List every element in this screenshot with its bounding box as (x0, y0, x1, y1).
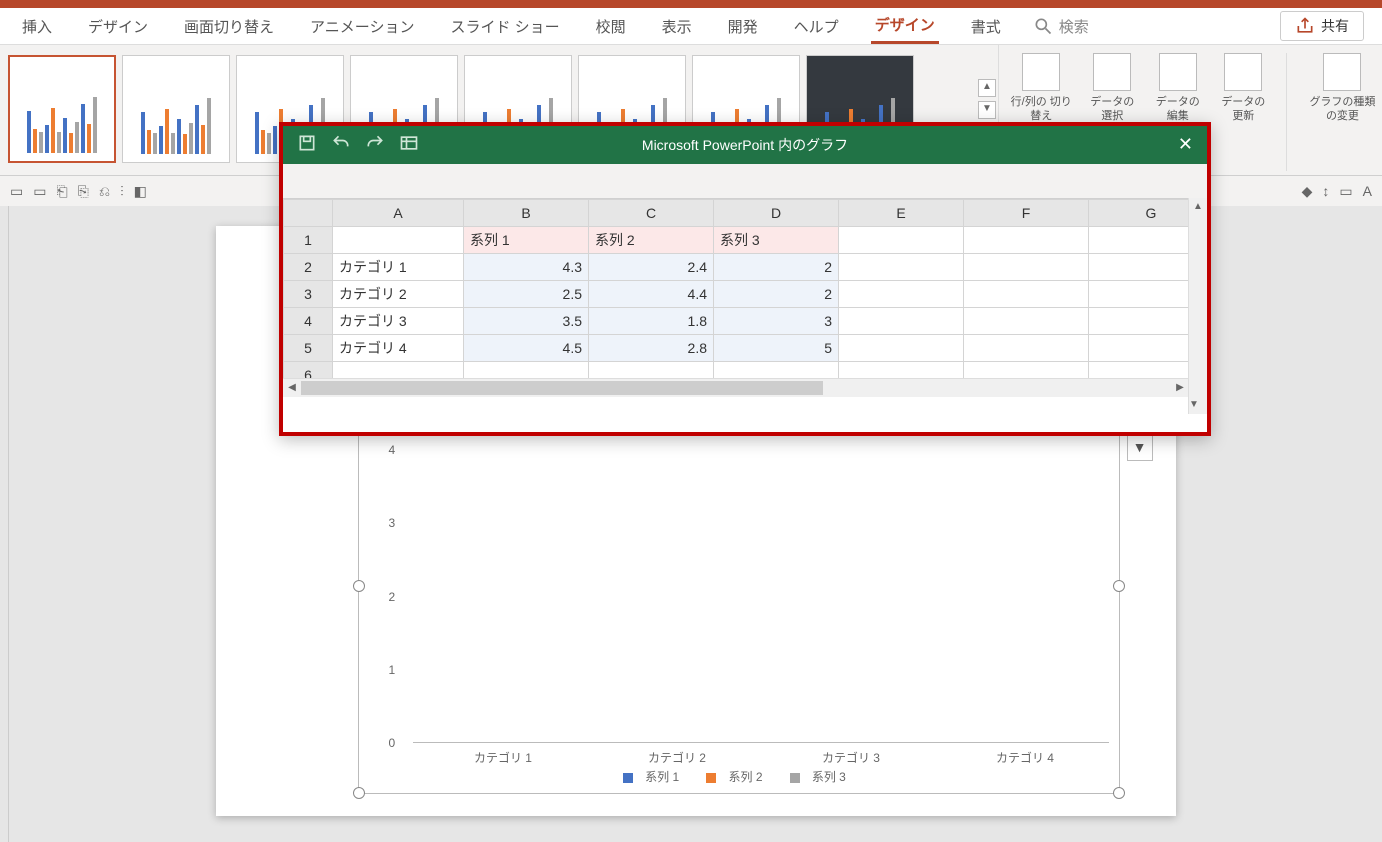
select-data-label: データの 選択 (1085, 95, 1139, 124)
tab-review[interactable]: 校閲 (592, 10, 630, 43)
save-icon[interactable] (297, 133, 317, 158)
legend-item: 系列 1 (645, 770, 679, 784)
thumbnail-panel[interactable] (0, 206, 9, 842)
chart-filter-button[interactable]: ▼ (1127, 435, 1153, 461)
qt-icon[interactable]: ▭ (1339, 183, 1352, 200)
edit-in-excel-icon[interactable] (399, 133, 419, 158)
qt-icon[interactable]: ◆ (1302, 183, 1313, 200)
tab-help[interactable]: ヘルプ (790, 10, 843, 43)
qt-icon[interactable]: ⎌ (99, 183, 110, 200)
data-window-toolbar (283, 164, 1207, 199)
scroll-right-icon[interactable]: ▶ (1171, 379, 1189, 397)
search-placeholder: 検索 (1059, 16, 1089, 37)
chart-legend[interactable]: 系列 1 系列 2 系列 3 (359, 768, 1119, 785)
close-icon[interactable]: ✕ (1178, 134, 1193, 155)
redo-icon[interactable] (365, 133, 385, 158)
share-button[interactable]: 共有 (1280, 11, 1364, 41)
scroll-left-icon[interactable]: ◀ (283, 379, 301, 397)
v-scrollbar[interactable]: ▲▼ (1188, 198, 1207, 414)
resize-handle[interactable] (353, 580, 365, 592)
chart-object[interactable]: ＋ ✎ ▼ 01234 カテゴリ 1カテゴリ 2カテゴリ 3カテゴリ 4 系列 … (358, 376, 1120, 794)
tab-view[interactable]: 表示 (658, 10, 696, 43)
change-chart-type-button[interactable]: グラフの種類 の変更 (1303, 53, 1382, 171)
gallery-up-icon[interactable]: ▲ (978, 79, 996, 97)
switch-rowcol-label: 行/列の 切り替え (1009, 95, 1073, 124)
qt-icon[interactable]: A (1363, 183, 1372, 200)
scroll-up-icon[interactable]: ▲ (1189, 198, 1207, 216)
refresh-data-button[interactable]: データの 更新 (1217, 53, 1271, 171)
qt-icon[interactable]: ↕ (1322, 183, 1329, 200)
resize-handle[interactable] (1113, 580, 1125, 592)
qt-icon[interactable]: ▭ (33, 183, 46, 200)
app-root: 挿入 デザイン 画面切り替え アニメーション スライド ショー 校閲 表示 開発… (0, 0, 1382, 842)
tab-format[interactable]: 書式 (967, 10, 1005, 43)
search-icon (1033, 16, 1053, 36)
resize-handle[interactable] (1113, 787, 1125, 799)
tab-design[interactable]: デザイン (84, 10, 152, 43)
ribbon-tabs: 挿入 デザイン 画面切り替え アニメーション スライド ショー 校閲 表示 開発… (0, 8, 1382, 45)
share-icon (1295, 16, 1315, 36)
scroll-down-icon[interactable]: ▼ (1189, 396, 1199, 414)
legend-item: 系列 2 (728, 770, 762, 784)
legend-item: 系列 3 (812, 770, 846, 784)
chart-style-2[interactable] (122, 55, 230, 163)
qt-icon[interactable]: ▭ (10, 183, 23, 200)
search-box[interactable]: 検索 (1033, 16, 1089, 37)
gallery-down-icon[interactable]: ▼ (978, 101, 996, 119)
share-label: 共有 (1321, 16, 1349, 36)
divider (1286, 53, 1287, 171)
refresh-data-label: データの 更新 (1217, 95, 1271, 124)
qt-icon[interactable]: ⎗ (56, 183, 67, 200)
h-scrollbar[interactable]: ◀▶ (283, 378, 1189, 397)
chart-data-window[interactable]: Microsoft PowerPoint 内のグラフ ✕ ABCDEFG1系列 … (279, 122, 1211, 436)
tab-slideshow[interactable]: スライド ショー (446, 10, 563, 43)
qt-icon[interactable]: ⫶ (120, 183, 124, 200)
tab-developer[interactable]: 開発 (724, 10, 762, 43)
tab-insert[interactable]: 挿入 (18, 10, 56, 43)
undo-icon[interactable] (331, 133, 351, 158)
tab-animations[interactable]: アニメーション (306, 10, 418, 43)
title-bar (0, 0, 1382, 8)
edit-data-label: データの 編集 (1151, 95, 1205, 124)
qt-icon[interactable]: ◧ (134, 183, 147, 200)
data-window-titlebar[interactable]: Microsoft PowerPoint 内のグラフ ✕ (283, 126, 1207, 164)
resize-handle[interactable] (353, 787, 365, 799)
tab-transitions[interactable]: 画面切り替え (180, 10, 278, 43)
chart-style-1[interactable] (8, 55, 116, 163)
qt-icon[interactable]: ⎘ (78, 183, 89, 200)
tab-chart-design[interactable]: デザイン (871, 8, 939, 44)
change-type-label: グラフの種類 の変更 (1303, 95, 1382, 124)
data-grid[interactable]: ABCDEFG1系列 1系列 2系列 32カテゴリ 14.32.423カテゴリ … (283, 199, 1207, 397)
